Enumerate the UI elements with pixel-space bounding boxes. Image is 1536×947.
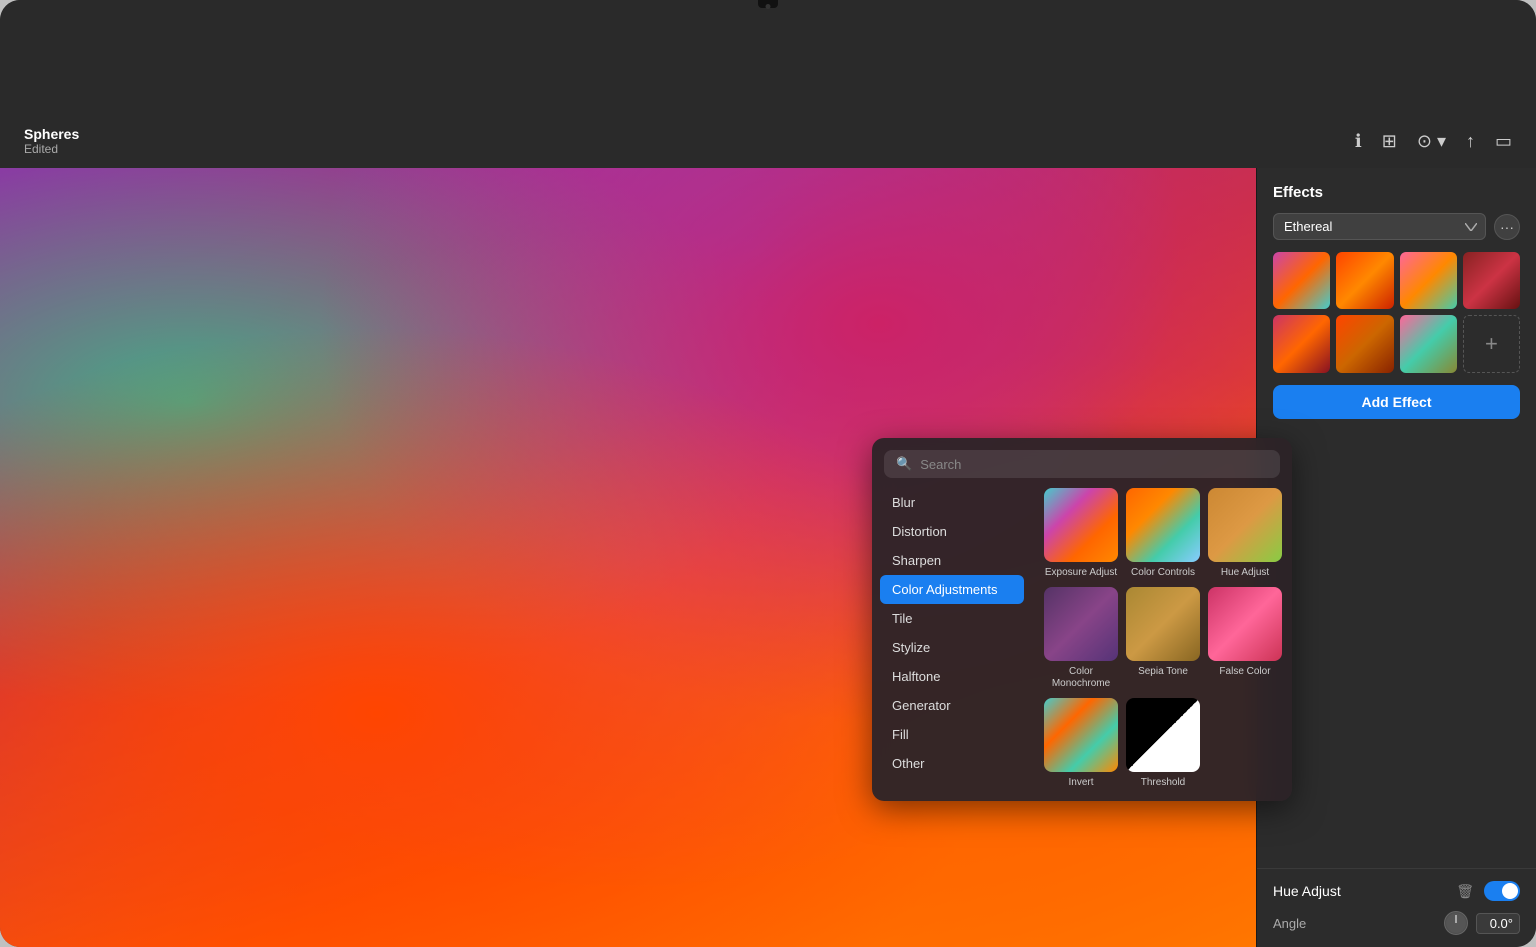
title-bar: Spheres Edited ℹ ⊞ ⊙ ▾ ↑ ▭ (0, 0, 1536, 168)
effect-label-invert: Invert (1068, 777, 1093, 789)
hue-adjust-actions: 🗑 (1456, 881, 1520, 901)
main-area: Effects Ethereal ··· (0, 168, 1536, 947)
hue-adjust-header: Hue Adjust 🗑 (1273, 881, 1520, 901)
category-generator[interactable]: Generator (880, 691, 1024, 720)
effect-thumb-false-color (1208, 587, 1282, 661)
category-blur[interactable]: Blur (880, 488, 1024, 517)
category-color-adjustments[interactable]: Color Adjustments (880, 575, 1024, 604)
category-fill[interactable]: Fill (880, 720, 1024, 749)
effect-label-color-controls: Color Controls (1131, 567, 1195, 579)
delete-effect-button[interactable]: 🗑 (1456, 883, 1474, 900)
effect-exposure-adjust[interactable]: Exposure Adjust (1044, 488, 1118, 579)
share-button[interactable]: ↑ (1466, 131, 1475, 152)
effects-dropdown[interactable]: Ethereal (1273, 213, 1486, 240)
info-button[interactable]: ℹ (1355, 131, 1362, 152)
angle-row: Angle 0.0° (1273, 911, 1520, 935)
thumbnails-row-2: + (1273, 315, 1520, 372)
adjust-button[interactable]: ⊙ ▾ (1417, 131, 1446, 152)
category-tile[interactable]: Tile (880, 604, 1024, 633)
effects-section: Effects Ethereal ··· (1257, 168, 1536, 435)
effect-label-false-color: False Color (1219, 666, 1270, 678)
effect-label-hue-adjust: Hue Adjust (1221, 567, 1269, 579)
popup-category-list: Blur Distortion Sharpen Color Adjustment… (872, 488, 1032, 789)
effect-thumb-sepia (1126, 587, 1200, 661)
thumbnail-1[interactable] (1273, 252, 1330, 309)
webcam (766, 4, 771, 9)
effect-label-threshold: Threshold (1141, 777, 1185, 789)
effects-more-button[interactable]: ··· (1494, 214, 1520, 240)
hue-adjust-toggle[interactable] (1484, 881, 1520, 901)
category-halftone[interactable]: Halftone (880, 662, 1024, 691)
effect-hue-adjust[interactable]: Hue Adjust (1208, 488, 1282, 579)
thumbnails-row-1 (1273, 252, 1520, 309)
thumbnail-3[interactable] (1400, 252, 1457, 309)
right-panel: Effects Ethereal ··· (1256, 168, 1536, 947)
add-thumbnail-button[interactable]: + (1463, 315, 1520, 372)
app-title-group: Spheres Edited (24, 126, 79, 156)
angle-label: Angle (1273, 916, 1306, 931)
effect-false-color[interactable]: False Color (1208, 587, 1282, 690)
search-input[interactable] (920, 457, 1268, 472)
effect-threshold[interactable]: Threshold (1126, 698, 1200, 789)
effects-dropdown-popup: 🔍 Blur Distortion Sharpen Color Adjustme… (872, 438, 1292, 801)
effect-thumb-color-mono (1044, 587, 1118, 661)
laptop-frame: Spheres Edited ℹ ⊞ ⊙ ▾ ↑ ▭ Effects (0, 0, 1536, 947)
add-effect-button[interactable]: Add Effect (1273, 385, 1520, 419)
thumbnail-2[interactable] (1336, 252, 1393, 309)
angle-value: 0.0° (1476, 913, 1520, 934)
angle-dial[interactable] (1444, 911, 1468, 935)
effect-label-exposure: Exposure Adjust (1045, 567, 1117, 579)
angle-control: 0.0° (1444, 911, 1520, 935)
category-sharpen[interactable]: Sharpen (880, 546, 1024, 575)
thumbnail-5[interactable] (1273, 315, 1330, 372)
category-distortion[interactable]: Distortion (880, 517, 1024, 546)
effect-color-monochrome[interactable]: Color Monochrome (1044, 587, 1118, 690)
effect-label-color-mono: Color Monochrome (1044, 666, 1118, 690)
thumbnail-6[interactable] (1336, 315, 1393, 372)
view-button[interactable]: ▭ (1495, 131, 1512, 152)
effect-invert[interactable]: Invert (1044, 698, 1118, 789)
category-other[interactable]: Other (880, 749, 1024, 778)
effect-thumb-exposure (1044, 488, 1118, 562)
effects-title: Effects (1273, 184, 1520, 201)
search-bar: 🔍 (884, 450, 1280, 478)
effect-thumb-invert (1044, 698, 1118, 772)
effect-sepia-tone[interactable]: Sepia Tone (1126, 587, 1200, 690)
popup-layout: Blur Distortion Sharpen Color Adjustment… (872, 488, 1292, 789)
effects-dropdown-row: Ethereal ··· (1273, 213, 1520, 240)
effect-color-controls[interactable]: Color Controls (1126, 488, 1200, 579)
effects-grid: Exposure Adjust Color Controls Hue Adjus… (1032, 488, 1294, 789)
effect-label-sepia: Sepia Tone (1138, 666, 1188, 678)
search-icon: 🔍 (896, 456, 912, 472)
thumbnail-7[interactable] (1400, 315, 1457, 372)
thumbnail-4[interactable] (1463, 252, 1520, 309)
category-stylize[interactable]: Stylize (880, 633, 1024, 662)
app-subtitle: Edited (24, 142, 79, 156)
app-title-name: Spheres (24, 126, 79, 142)
hue-adjust-title: Hue Adjust (1273, 883, 1341, 899)
hue-adjust-section: Hue Adjust 🗑 Angle 0.0° (1257, 868, 1536, 947)
crop-button[interactable]: ⊞ (1382, 131, 1397, 152)
toolbar-icons: ℹ ⊞ ⊙ ▾ ↑ ▭ (1355, 131, 1512, 152)
effect-thumb-threshold (1126, 698, 1200, 772)
effect-thumb-color-controls (1126, 488, 1200, 562)
effect-thumb-hue-adjust (1208, 488, 1282, 562)
